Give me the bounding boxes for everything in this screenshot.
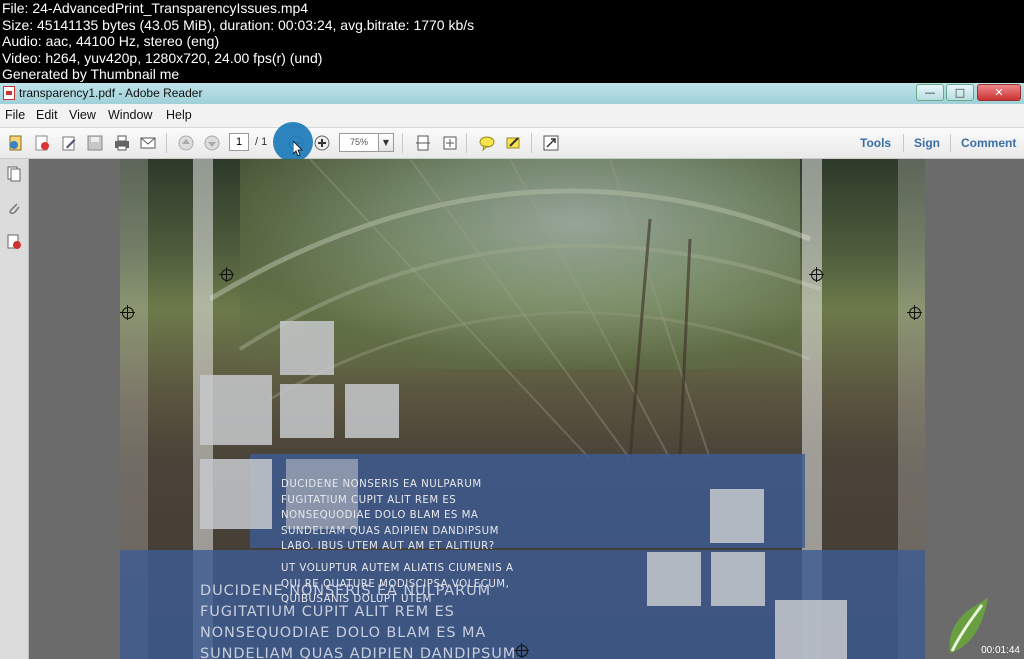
text-line: NONSEQUODIAE DOLO BLAM ES MA [281, 510, 479, 521]
text-line: SUNDELIAM QUAS ADIPIEN DANDIPSUM [281, 525, 499, 537]
fit-width-icon[interactable] [440, 133, 460, 153]
menu-file[interactable]: File [5, 108, 25, 122]
attachments-icon[interactable] [5, 199, 23, 217]
registration-mark-icon [219, 267, 234, 282]
save-icon[interactable] [85, 133, 105, 153]
minimize-button[interactable]: — [916, 84, 944, 101]
text-line: SUNDELIAM QUAS ADIPIEN DANDIPSUM [200, 646, 517, 659]
next-page-icon[interactable] [202, 133, 222, 153]
prev-page-icon[interactable] [176, 133, 196, 153]
toolbar-separator [402, 133, 403, 153]
tools-pane-button[interactable]: Tools [860, 136, 891, 150]
meta-line: Generated by Thumbnail me [2, 66, 180, 83]
text-line: LABO. IBUS UTEM AUT AM ET ALITIUR? [281, 541, 495, 552]
menu-edit[interactable]: Edit [36, 108, 58, 122]
meta-line: Audio: aac, 44100 Hz, stereo (eng) [2, 33, 220, 50]
text-line: UT VOLUPTUR AUTEM ALIATIS CIUMENIS A [281, 563, 514, 574]
window-title: transparency1.pdf - Adobe Reader [19, 86, 203, 100]
toolbar: 1 / 1 75% ▼ Tools Sign Comment [0, 128, 1024, 159]
toolbar-separator [950, 134, 951, 152]
mouse-pointer-icon [293, 141, 303, 157]
pdf-file-icon [3, 86, 15, 100]
create-pdf-icon[interactable] [6, 133, 26, 153]
registration-mark-icon [907, 305, 922, 320]
comment-icon[interactable] [477, 133, 497, 153]
highlight-icon[interactable] [503, 133, 523, 153]
open-icon[interactable] [32, 133, 52, 153]
maximize-button[interactable]: □ [946, 84, 974, 101]
title-bar: transparency1.pdf - Adobe Reader — □ ✕ [0, 83, 1024, 104]
registration-mark-icon [120, 305, 135, 320]
decor-square [775, 600, 847, 659]
menu-bar: File Edit View Window Help [0, 104, 1024, 128]
fit-page-icon[interactable] [413, 133, 433, 153]
toolbar-separator [531, 133, 532, 153]
text-line: NONSEQUODIAE DOLO BLAM ES MA [200, 625, 487, 641]
signatures-icon[interactable] [5, 233, 23, 251]
decor-square [711, 552, 765, 606]
text-line: FUGITATIUM CUPIT ALIT REM ES [200, 604, 455, 620]
page-total: / 1 [255, 136, 268, 148]
zoom-in-icon[interactable] [312, 133, 332, 153]
document-view[interactable]: DUCIDENE NONSERIS EA NULPARUM FUGITATIUM… [29, 159, 1024, 659]
large-text-block: DUCIDENE NONSERIS EA NULPARUM FUGITATIUM… [200, 581, 516, 659]
decor-square [280, 384, 334, 438]
text-line: FUGITATIUM CUPIT ALIT REM ES [281, 494, 457, 506]
menu-window[interactable]: Window [108, 108, 152, 122]
page-number-input[interactable]: 1 [229, 133, 249, 151]
video-timestamp: 00:01:44 [981, 645, 1020, 656]
text-line: DUCIDENE NONSERIS EA NULPARUM [281, 479, 482, 490]
sign-pane-button[interactable]: Sign [914, 136, 940, 150]
edit-icon[interactable] [59, 133, 79, 153]
decor-square [200, 375, 272, 445]
email-icon[interactable] [138, 133, 158, 153]
body-paragraph-1: DUCIDENE NONSERIS EA NULPARUM FUGITATIUM… [281, 477, 499, 555]
meta-line: File: 24-AdvancedPrint_TransparencyIssue… [2, 0, 309, 16]
zoom-dropdown-button[interactable]: ▼ [378, 133, 394, 152]
decor-square [280, 321, 334, 375]
menu-help[interactable]: Help [166, 108, 192, 122]
adobe-reader-window: transparency1.pdf - Adobe Reader — □ ✕ F… [0, 83, 1024, 659]
print-icon[interactable] [112, 133, 132, 153]
navigation-pane [0, 159, 29, 659]
pdf-page: DUCIDENE NONSERIS EA NULPARUM FUGITATIUM… [120, 159, 925, 659]
text-line: DUCIDENE NONSERIS EA NULPARUM [200, 583, 492, 599]
decor-square [200, 459, 272, 529]
comment-pane-button[interactable]: Comment [961, 136, 1016, 150]
fullscreen-icon[interactable] [541, 133, 561, 153]
video-metadata: File: 24-AdvancedPrint_TransparencyIssue… [0, 0, 1024, 83]
close-button[interactable]: ✕ [977, 84, 1021, 101]
toolbar-separator [466, 133, 467, 153]
menu-view[interactable]: View [69, 108, 96, 122]
decor-square [710, 489, 764, 543]
zoom-level-input[interactable]: 75% [339, 133, 379, 152]
registration-mark-icon [514, 643, 529, 658]
toolbar-separator [903, 134, 904, 152]
registration-mark-icon [809, 267, 824, 282]
decor-square [647, 552, 701, 606]
toolbar-separator [166, 133, 167, 153]
meta-line: Size: 45141135 bytes (43.05 MiB), durati… [2, 16, 475, 33]
decor-square [345, 384, 399, 438]
meta-line: Video: h264, yuv420p, 1280x720, 24.00 fp… [2, 49, 323, 66]
pages-panel-icon[interactable] [5, 165, 23, 183]
